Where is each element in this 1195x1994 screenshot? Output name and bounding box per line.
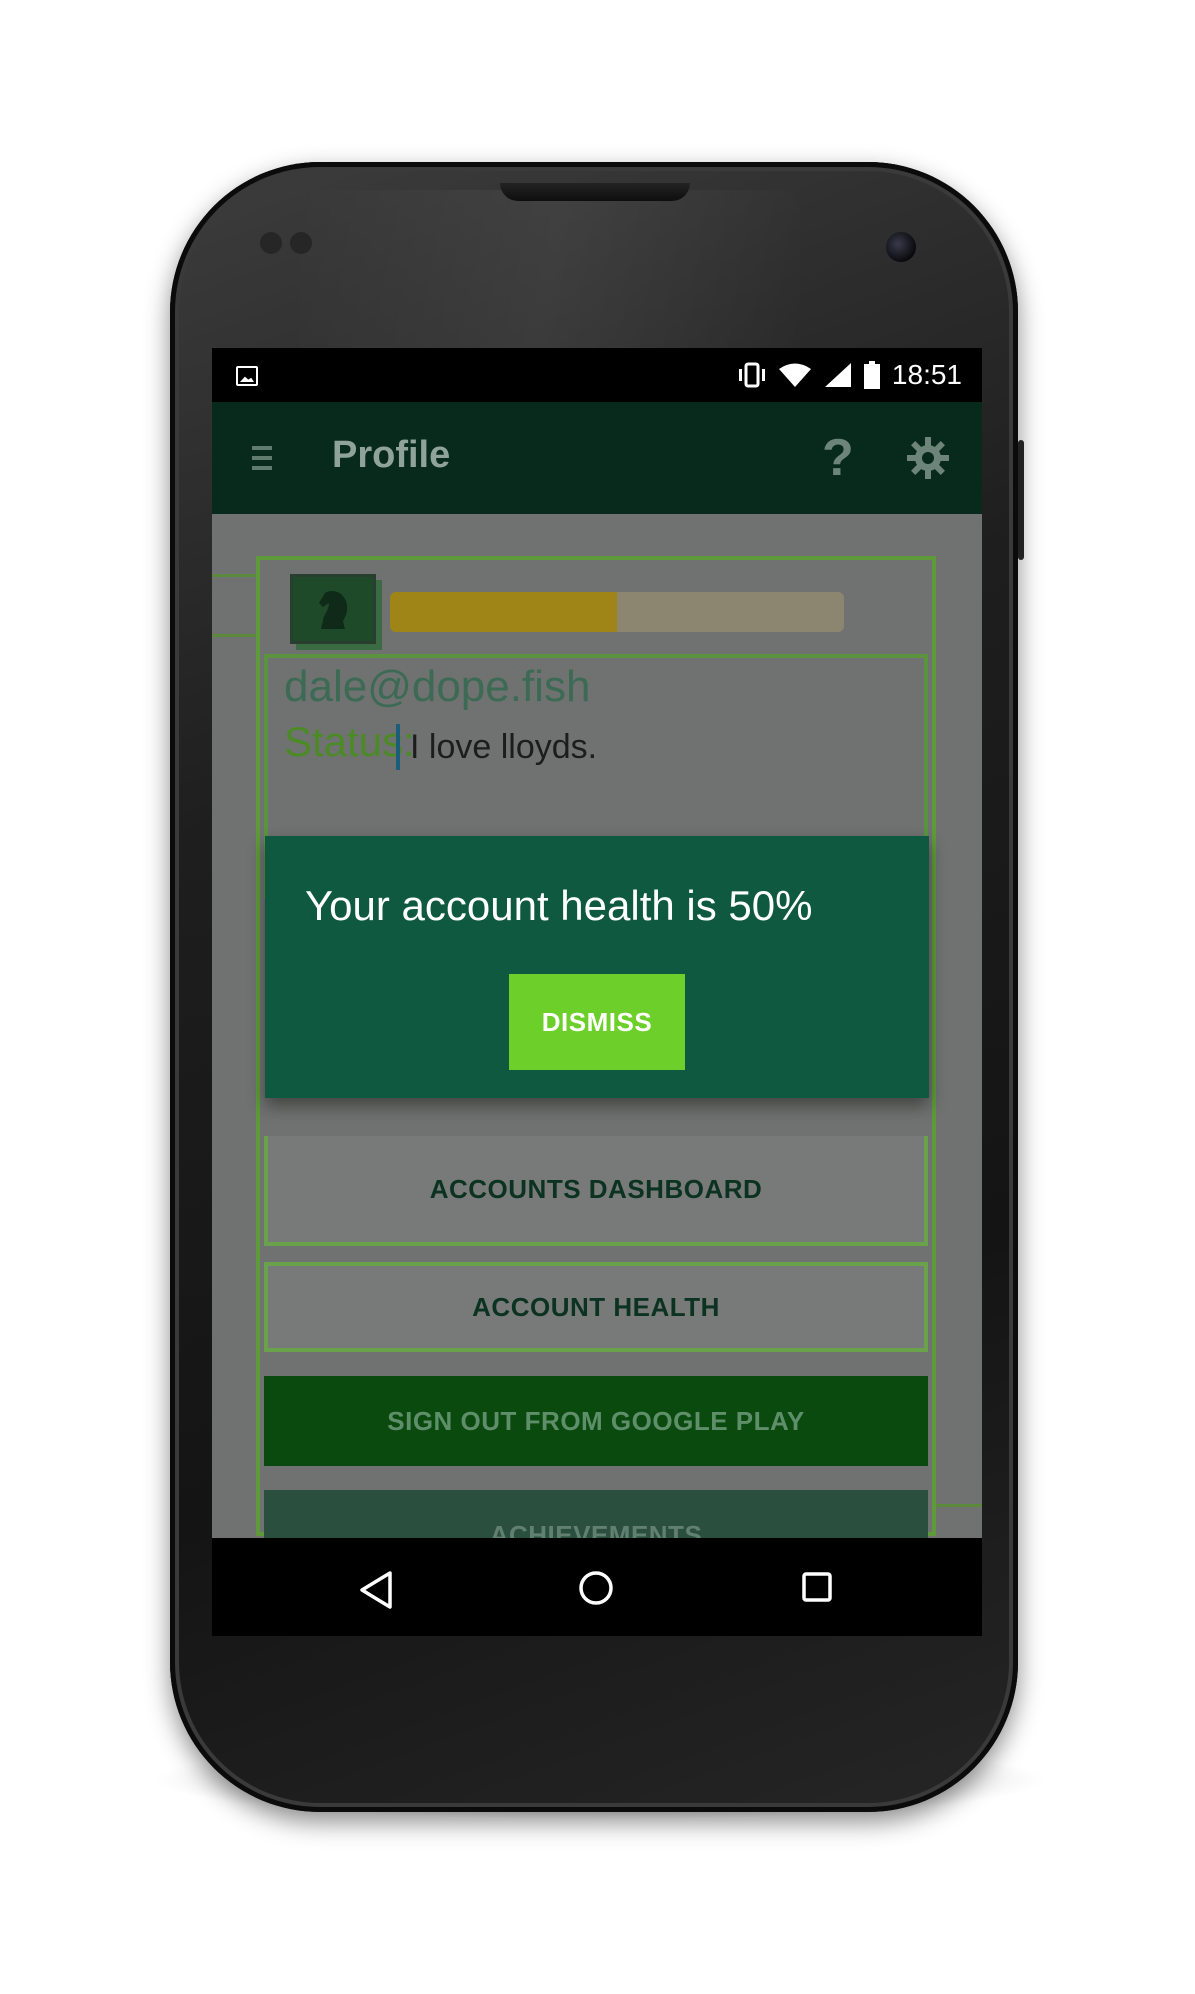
phone-speaker (500, 183, 690, 201)
user-email: dale@dope.fish (284, 662, 591, 711)
decor-line (212, 574, 256, 577)
dialog-message: Your account health is 50% (305, 882, 813, 929)
power-button (1018, 440, 1024, 560)
phone-screen: 18:51 Profile ? dale@dope.fish Status: I… (212, 348, 982, 1636)
menu-icon[interactable] (252, 446, 272, 472)
knight-avatar-icon (319, 591, 348, 629)
avatar[interactable] (290, 574, 376, 644)
gear-icon[interactable] (906, 436, 950, 480)
phone-sensors (260, 232, 320, 254)
decor-line (212, 634, 256, 637)
sign-out-button[interactable]: SIGN OUT FROM GOOGLE PLAY (264, 1376, 928, 1466)
battery-icon (863, 361, 880, 389)
back-icon[interactable] (358, 1570, 394, 1610)
status-input[interactable]: I love lloyds. (410, 728, 597, 767)
achievements-button[interactable]: ACHIEVEMENTS (264, 1490, 928, 1538)
recent-apps-icon[interactable] (802, 1572, 832, 1602)
wifi-icon (778, 363, 811, 387)
accounts-dashboard-button[interactable]: ACCOUNTS DASHBOARD (264, 1136, 928, 1246)
home-icon[interactable] (578, 1570, 614, 1606)
page-title: Profile (332, 434, 451, 476)
account-health-button[interactable]: ACCOUNT HEALTH (264, 1262, 928, 1352)
dismiss-button[interactable]: DISMISS (509, 974, 685, 1070)
decor-line (936, 1504, 982, 1507)
account-health-dialog: Your account health is 50% DISMISS (265, 836, 929, 1098)
account-health-progress (390, 592, 844, 632)
phone-sheen (300, 190, 800, 360)
progress-fill (390, 592, 617, 632)
profile-content: dale@dope.fish Status: I love lloyds. AC… (212, 514, 982, 1538)
vibrate-icon (738, 362, 765, 388)
text-cursor (396, 724, 400, 770)
help-icon[interactable]: ? (822, 428, 854, 488)
image-notification-icon (236, 366, 258, 386)
status-bar: 18:51 (212, 348, 982, 402)
front-camera (886, 232, 916, 262)
signal-icon (824, 363, 851, 387)
navigation-bar (212, 1538, 982, 1636)
status-icons: 18:51 (738, 356, 962, 394)
app-bar: Profile ? (212, 402, 982, 514)
clock: 18:51 (891, 359, 962, 390)
